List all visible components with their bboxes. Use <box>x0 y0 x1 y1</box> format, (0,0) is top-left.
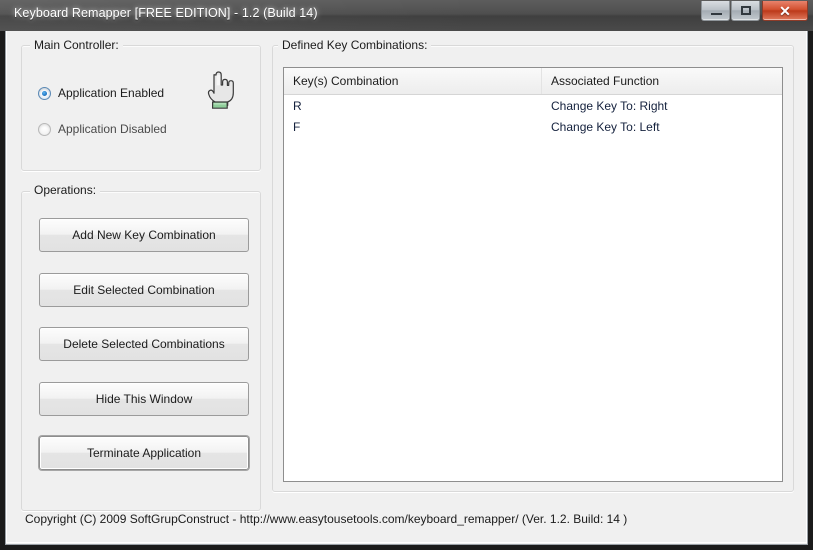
row-function-value: Change Key To: Left <box>551 119 660 134</box>
key-combinations-listview[interactable]: Key(s) Combination Associated Function R… <box>283 67 783 482</box>
row-key-value: R <box>293 98 302 113</box>
table-row[interactable]: R Change Key To: Right <box>284 95 782 116</box>
minimize-button[interactable] <box>701 1 730 21</box>
edit-selected-combination-button[interactable]: Edit Selected Combination <box>39 273 249 307</box>
minimize-icon <box>711 13 722 15</box>
hand-pointer-icon <box>207 71 234 109</box>
operations-group-label: Operations: <box>30 183 101 197</box>
column-header-associated-function[interactable]: Associated Function <box>542 68 782 94</box>
main-controller-group-label: Main Controller: <box>30 38 123 52</box>
listview-body: R Change Key To: Right F Change Key To: … <box>284 95 782 137</box>
hide-this-window-button[interactable]: Hide This Window <box>39 382 249 416</box>
add-new-key-combination-button[interactable]: Add New Key Combination <box>39 218 249 252</box>
radio-enabled-label: Application Enabled <box>58 86 165 100</box>
maximize-icon <box>741 6 751 15</box>
defined-key-combinations-label: Defined Key Combinations: <box>278 38 432 52</box>
close-button[interactable]: ✕ <box>762 1 808 21</box>
radio-enabled-indicator[interactable] <box>38 86 51 100</box>
radio-application-disabled[interactable]: Application Disabled <box>38 122 167 136</box>
radio-disabled-indicator[interactable] <box>38 122 51 136</box>
application-window: Keyboard Remapper [FREE EDITION] - 1.2 (… <box>0 0 813 550</box>
terminate-application-button[interactable]: Terminate Application <box>39 436 249 470</box>
copyright-status-text: Copyright (C) 2009 SoftGrupConstruct - h… <box>25 512 628 526</box>
table-row[interactable]: F Change Key To: Left <box>284 116 782 137</box>
window-title: Keyboard Remapper [FREE EDITION] - 1.2 (… <box>14 6 318 20</box>
column-header-key-combination[interactable]: Key(s) Combination <box>284 68 542 94</box>
delete-selected-combinations-button[interactable]: Delete Selected Combinations <box>39 327 249 361</box>
title-bar[interactable]: Keyboard Remapper [FREE EDITION] - 1.2 (… <box>0 0 813 31</box>
client-inner: Main Controller: Application Enabled App… <box>6 31 807 543</box>
window-controls: ✕ <box>700 1 808 23</box>
row-key-value: F <box>293 119 301 134</box>
radio-disabled-label: Application Disabled <box>58 122 167 136</box>
row-function-value: Change Key To: Right <box>551 98 668 113</box>
radio-application-enabled[interactable]: Application Enabled <box>38 86 164 100</box>
maximize-button[interactable] <box>731 1 760 21</box>
close-icon: ✕ <box>779 3 791 19</box>
listview-header: Key(s) Combination Associated Function <box>284 68 782 95</box>
client-area: Main Controller: Application Enabled App… <box>5 31 808 545</box>
